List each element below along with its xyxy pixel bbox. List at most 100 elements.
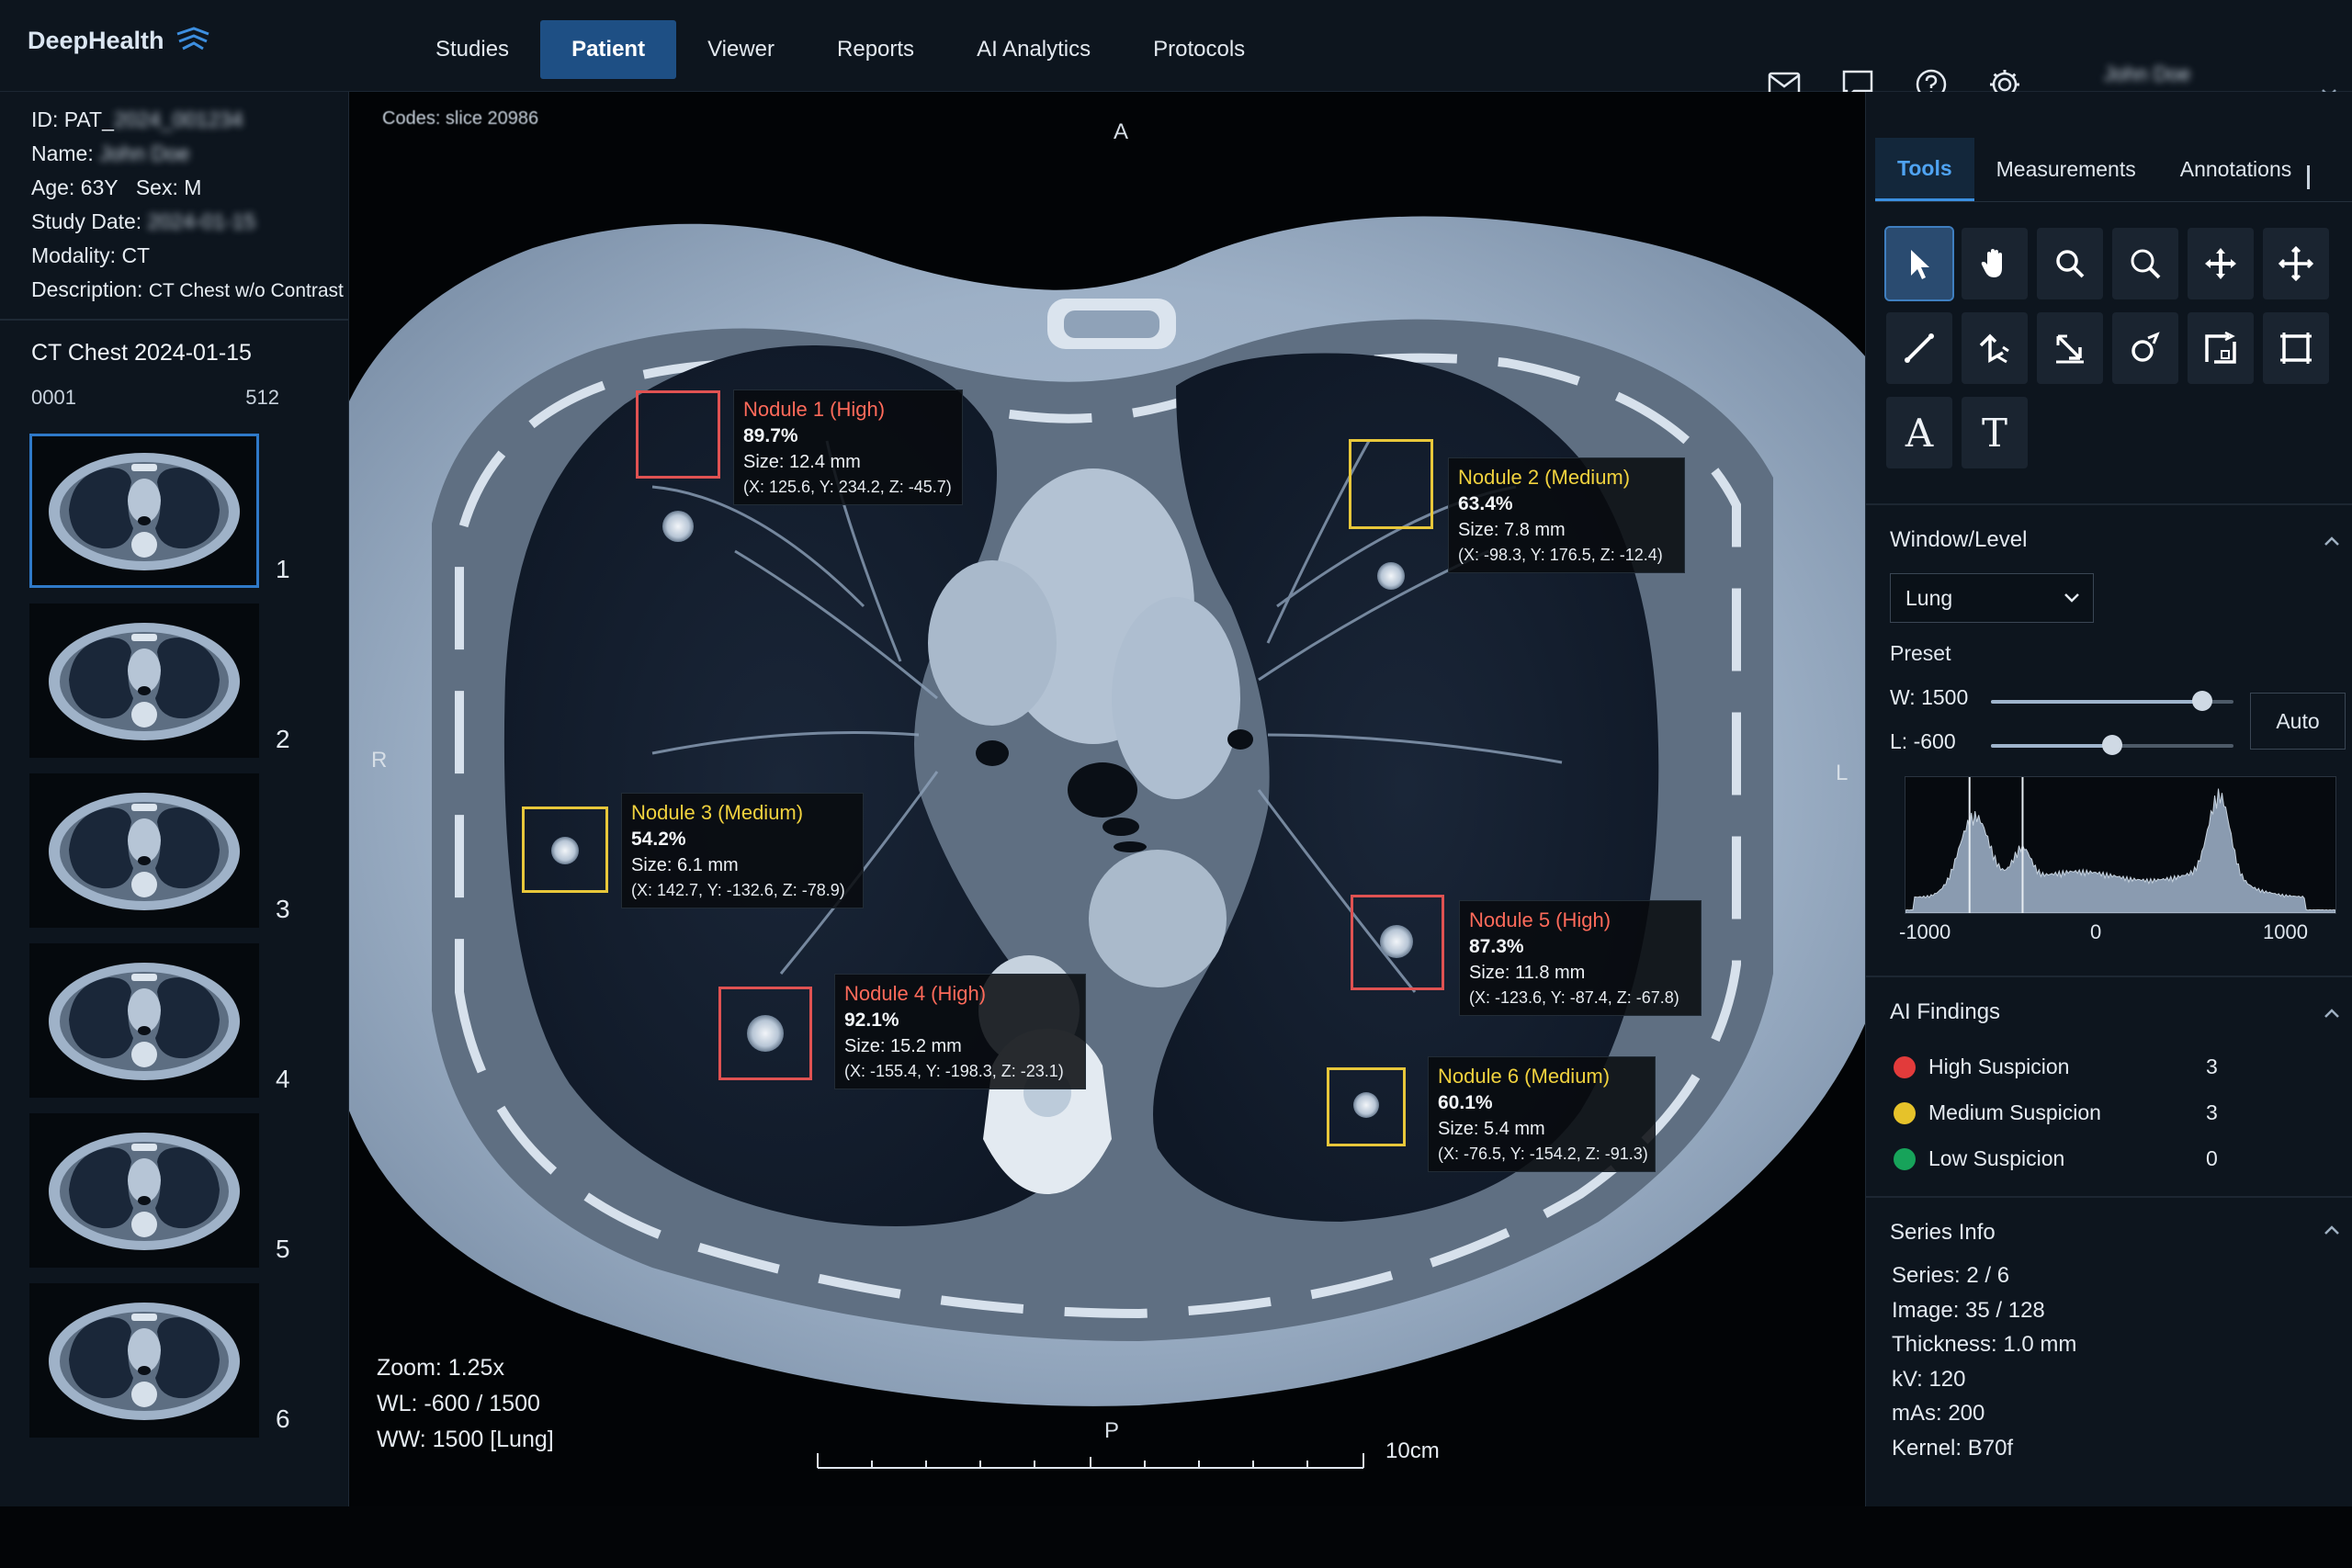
thumbnail-3[interactable]: 3	[29, 773, 290, 928]
zoom-readout: Zoom: 1.25x	[377, 1355, 504, 1381]
scale-label: 10cm	[1385, 1438, 1440, 1463]
nodule-6-bbox[interactable]	[1327, 1067, 1406, 1146]
series-range: 0001 512	[31, 386, 279, 409]
scale-bar	[817, 1453, 1364, 1469]
auto-button[interactable]: Auto	[2250, 693, 2346, 750]
window-width-fill	[1991, 700, 2202, 704]
patient-info: ID: PAT_2024_001234 Name: John Doe Age: …	[31, 107, 344, 301]
tab-scroll-indicator	[2307, 165, 2310, 189]
histogram	[1905, 776, 2336, 914]
low-dot-icon	[1894, 1147, 1916, 1170]
zoom-icon[interactable]	[2037, 228, 2103, 299]
chevron-up-icon[interactable]	[2322, 1224, 2342, 1236]
nodule-5-bbox[interactable]	[1351, 895, 1444, 990]
nodule-1-label: Nodule 1 (High) 89.7% Size: 12.4 mm (X: …	[733, 389, 963, 505]
nodule-5-label: Nodule 5 (High) 87.3% Size: 11.8 mm (X: …	[1459, 900, 1702, 1016]
nav-tab-patient[interactable]: Patient	[540, 20, 677, 79]
ct-axial-slice-image	[349, 216, 1865, 1406]
ellipse-roi-icon[interactable]	[2112, 312, 2178, 384]
slice-code-text: Codes: slice 20986	[382, 108, 539, 129]
thumbnail-2[interactable]: 2	[29, 604, 290, 758]
wl-preset-select[interactable]: Lung	[1890, 573, 2094, 623]
logo-text: DeepHealth	[28, 26, 164, 54]
monitor-bezel	[0, 1506, 2352, 1568]
angle-icon[interactable]	[1962, 312, 2028, 384]
window-width-slider[interactable]	[1991, 691, 2233, 711]
logo: DeepHealth	[28, 20, 212, 61]
high-dot-icon	[1894, 1055, 1916, 1078]
nodule-3-bbox[interactable]	[522, 807, 608, 893]
chevron-up-icon[interactable]	[2322, 1007, 2342, 1020]
nodule-2-bbox[interactable]	[1349, 439, 1433, 529]
preset-label: Preset	[1890, 641, 1951, 665]
window-width-row: W: 1500	[1890, 685, 1969, 709]
rectangle-roi-icon[interactable]	[2188, 312, 2254, 384]
chevron-up-icon[interactable]	[2322, 535, 2342, 547]
bidirectional-icon[interactable]	[2037, 312, 2103, 384]
tab-measurements[interactable]: Measurements	[1974, 138, 2158, 201]
main-nav: Studies Patient Viewer Reports AI Analyt…	[404, 20, 1276, 79]
crosshair-icon[interactable]	[2263, 228, 2329, 299]
nodule-1-bbox[interactable]	[636, 390, 720, 479]
series-info: Series: 2 / 6 Image: 35 / 128 Thickness:…	[1892, 1263, 2077, 1461]
tab-annotations[interactable]: Annotations	[2158, 138, 2313, 201]
finding-low-count: 0	[2206, 1146, 2218, 1170]
medium-dot-icon	[1894, 1101, 1916, 1124]
ai-findings-title: AI Findings	[1890, 999, 2001, 1024]
divider	[0, 319, 349, 321]
window-level-title: Window/Level	[1890, 527, 2028, 552]
finding-medium-count: 3	[2206, 1100, 2218, 1124]
nav-tab-studies[interactable]: Studies	[404, 20, 540, 79]
left-panel: ID: PAT_2024_001234 Name: John Doe Age: …	[0, 92, 349, 1506]
tool-tabs: Tools Measurements Annotations	[1875, 138, 2352, 202]
annotate-text-a-icon[interactable]: A	[1886, 397, 1952, 468]
divider	[1866, 976, 2352, 977]
tab-tools[interactable]: Tools	[1875, 138, 1974, 201]
thumbnail-list: 1 2 3 4 5 6	[29, 434, 290, 1453]
nodule-3-label: Nodule 3 (Medium) 54.2% Size: 6.1 mm (X:…	[621, 793, 864, 908]
chevron-down-icon	[2064, 593, 2079, 603]
series-title: CT Chest 2024-01-15	[31, 340, 252, 366]
image-viewport[interactable]: Codes: slice 20986 A R L P Nodule 1 (Hig…	[349, 92, 1865, 1506]
divider	[1866, 1196, 2352, 1198]
orientation-right: R	[371, 748, 388, 773]
user-name: John Doe	[2104, 62, 2191, 85]
nodule-2-label: Nodule 2 (Medium) 63.4% Size: 7.8 mm (X:…	[1448, 457, 1685, 573]
orientation-left: L	[1836, 761, 1849, 785]
crop-square-icon[interactable]	[2263, 312, 2329, 384]
finding-high[interactable]: High Suspicion	[1894, 1055, 2069, 1079]
window-width-knob[interactable]	[2191, 691, 2212, 711]
ww-readout: WW: 1500 [Lung]	[377, 1427, 554, 1452]
pointer-icon[interactable]	[1884, 226, 1954, 301]
thumbnail-1[interactable]: 1	[29, 434, 290, 588]
nodule-4-bbox[interactable]	[718, 987, 812, 1080]
finding-high-count: 3	[2206, 1055, 2218, 1078]
orientation-anterior: A	[1114, 119, 1129, 144]
move-icon[interactable]	[2188, 228, 2254, 299]
text-t-icon[interactable]: T	[1962, 397, 2028, 468]
series-info-title: Series Info	[1890, 1220, 1996, 1245]
length-ruler-icon[interactable]	[1886, 312, 1952, 384]
window-level-row: L: -600	[1890, 729, 1956, 753]
window-level-slider[interactable]	[1991, 735, 2233, 755]
finding-medium[interactable]: Medium Suspicion	[1894, 1100, 2101, 1125]
magnify-icon[interactable]	[2112, 228, 2178, 299]
thumbnail-5[interactable]: 5	[29, 1113, 290, 1268]
top-bar: DeepHealth Studies Patient Viewer Report…	[0, 0, 2352, 112]
logo-mark-icon	[176, 27, 209, 51]
nav-tab-viewer[interactable]: Viewer	[676, 20, 806, 79]
nodule-4-label: Nodule 4 (High) 92.1% Size: 15.2 mm (X: …	[834, 974, 1086, 1089]
pan-hand-icon[interactable]	[1962, 228, 2028, 299]
nav-tab-ai-analytics[interactable]: AI Analytics	[945, 20, 1122, 79]
nav-tab-protocols[interactable]: Protocols	[1122, 20, 1276, 79]
orientation-posterior: P	[1104, 1418, 1120, 1443]
divider	[1866, 503, 2352, 505]
nav-tab-reports[interactable]: Reports	[806, 20, 945, 79]
thumbnail-6[interactable]: 6	[29, 1283, 290, 1438]
app-window: DeepHealth Studies Patient Viewer Report…	[0, 0, 2352, 1506]
window-level-knob[interactable]	[2102, 735, 2122, 755]
thumbnail-4[interactable]: 4	[29, 943, 290, 1098]
wl-readout: WL: -600 / 1500	[377, 1391, 540, 1416]
finding-low[interactable]: Low Suspicion	[1894, 1146, 2064, 1171]
right-panel: Tools Measurements Annotations A T Windo…	[1865, 92, 2352, 1506]
